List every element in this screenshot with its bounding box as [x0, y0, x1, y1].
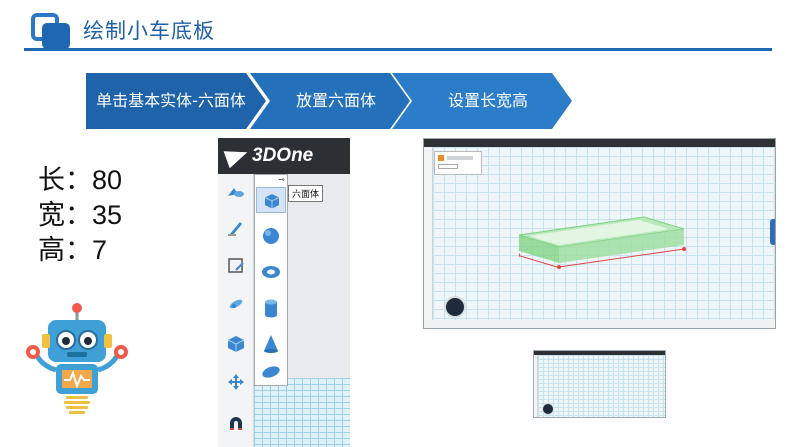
basic-solid-icon[interactable] — [226, 182, 246, 202]
step-arrows: 单击基本实体-六面体 放置六面体 设置长宽高 — [86, 73, 572, 129]
box-tooltip: 六面体 — [288, 185, 324, 202]
view-navigator-icon[interactable] — [444, 296, 466, 318]
dimension-length: 长：80 — [38, 165, 123, 195]
box-icon[interactable] — [262, 191, 282, 211]
dimension-width: 宽：35 — [38, 200, 123, 230]
3done-toolbar: 3DOne ⊸ 六面体 — [218, 138, 350, 447]
dimension-height: 高：7 — [38, 235, 108, 265]
torus-icon[interactable] — [260, 261, 282, 283]
header-divider — [24, 48, 772, 51]
box-item-selected[interactable] — [256, 187, 286, 213]
window-sidebar — [424, 147, 433, 328]
slide-logo-icon — [31, 13, 71, 49]
step-2: 放置六面体 — [250, 73, 410, 129]
combine-icon[interactable] — [226, 334, 246, 354]
dimension-list: 长：80 宽：35 高：7 — [38, 163, 122, 268]
ellipsoid-icon[interactable] — [260, 361, 282, 383]
property-panel — [434, 151, 482, 175]
cone-icon[interactable] — [260, 333, 282, 355]
move-icon[interactable] — [226, 372, 246, 392]
cylinder-icon[interactable] — [260, 297, 282, 319]
software-screenshot-large — [423, 138, 776, 329]
small-workplane-grid — [538, 355, 665, 417]
sphere-icon[interactable] — [260, 225, 282, 247]
box-model — [519, 216, 686, 269]
viewport-grid — [254, 378, 350, 447]
step-3: 设置长宽高 — [392, 73, 572, 129]
pin-icon[interactable]: ⊸ — [278, 175, 285, 184]
status-bar — [424, 320, 775, 328]
3done-logo: 3DOne — [223, 143, 313, 169]
sketch-icon[interactable] — [226, 218, 246, 238]
feature-icon[interactable] — [226, 294, 246, 314]
step-1: 单击基本实体-六面体 — [86, 73, 266, 129]
robot-mascot-icon — [26, 303, 128, 414]
edit-sketch-icon[interactable] — [226, 256, 246, 276]
slide-title: 绘制小车底板 — [83, 19, 215, 43]
slide-header: 绘制小车底板 — [0, 0, 794, 60]
toolbar-header: 3DOne — [218, 138, 350, 174]
basic-solid-flyout — [254, 174, 288, 386]
software-screenshot-small — [533, 350, 666, 418]
small-view-navigator-icon[interactable] — [542, 403, 554, 415]
toolbar-column — [218, 174, 254, 447]
side-tab[interactable] — [770, 219, 775, 245]
window-titlebar — [424, 139, 775, 147]
magnet-icon[interactable] — [226, 414, 246, 434]
